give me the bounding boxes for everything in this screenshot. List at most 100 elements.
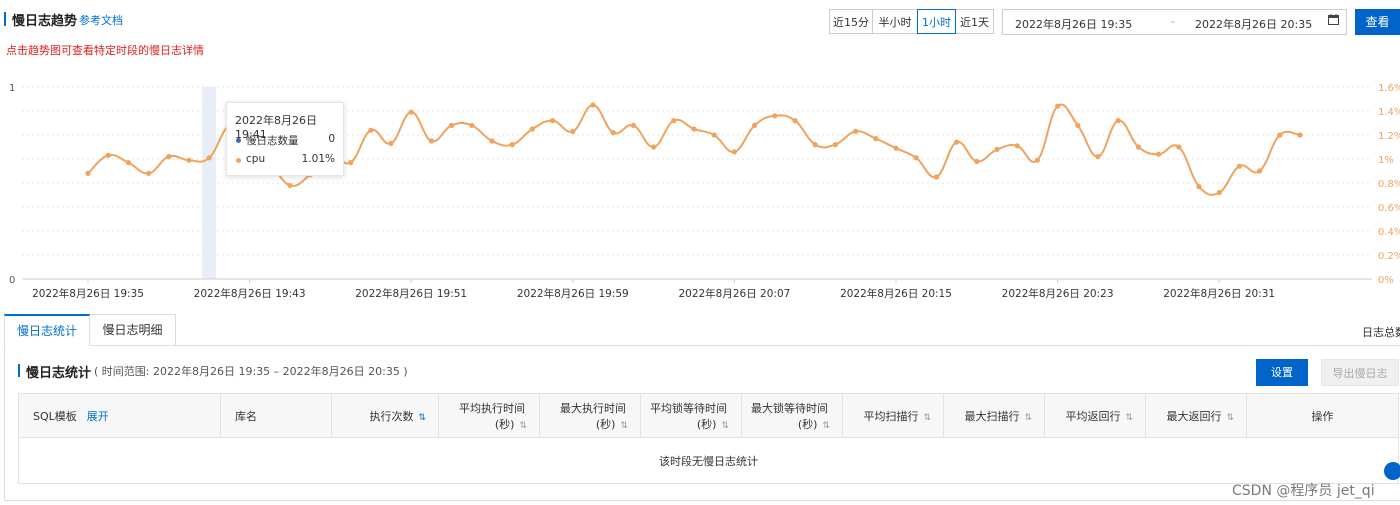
cpu-data-point[interactable]	[1115, 118, 1121, 124]
cpu-data-point[interactable]	[752, 122, 758, 128]
cpu-data-point[interactable]	[186, 157, 192, 163]
sort-icon[interactable]: ⇅	[721, 421, 728, 431]
x-tick-label: 2022年8月26日 20:31	[1163, 287, 1275, 300]
cpu-data-point[interactable]	[1176, 144, 1182, 150]
column-header-avg-lock-wait[interactable]: 平均锁等待时间 (秒) ⇅	[640, 393, 742, 438]
cpu-data-point[interactable]	[1277, 132, 1283, 138]
column-header-max-exec-time[interactable]: 最大执行时间 (秒) ⇅	[539, 393, 641, 438]
cpu-data-point[interactable]	[711, 132, 717, 138]
date-start[interactable]: 2022年8月26日 19:35	[1015, 16, 1132, 32]
column-header-max-scan-rows[interactable]: 最大扫描行 ⇅	[943, 393, 1045, 438]
cpu-data-point[interactable]	[873, 136, 879, 142]
cpu-data-point[interactable]	[1055, 103, 1061, 109]
range-1d-button[interactable]: 近1天	[955, 9, 994, 34]
cpu-data-point[interactable]	[550, 118, 556, 124]
cpu-data-point[interactable]	[671, 118, 677, 124]
cpu-data-point[interactable]	[1135, 144, 1141, 150]
cpu-data-point[interactable]	[691, 126, 697, 132]
cpu-data-point[interactable]	[1297, 132, 1303, 138]
cpu-data-point[interactable]	[206, 155, 212, 161]
cpu-data-point[interactable]	[1196, 184, 1202, 190]
sort-icon[interactable]: ⇅	[1226, 413, 1233, 423]
column-header-sql-template: SQL模板 展开	[18, 393, 221, 438]
cpu-data-point[interactable]	[731, 149, 738, 155]
query-button[interactable]: 查看	[1355, 9, 1400, 35]
cpu-data-point[interactable]	[832, 142, 839, 148]
hover-highlight-band	[202, 87, 217, 279]
settings-button[interactable]: 设置	[1256, 359, 1308, 386]
column-header-avg-return-rows[interactable]: 平均返回行 ⇅	[1044, 393, 1146, 438]
cpu-data-point[interactable]	[610, 130, 616, 136]
cpu-data-point[interactable]	[812, 142, 818, 148]
cpu-data-point[interactable]	[408, 109, 414, 115]
cpu-data-point[interactable]	[913, 155, 919, 161]
export-slow-log-button: 导出慢日志	[1321, 359, 1399, 386]
cpu-data-point[interactable]	[1075, 122, 1081, 128]
sort-icon[interactable]: ⇅	[418, 413, 425, 423]
cpu-data-point[interactable]	[1257, 168, 1263, 174]
cpu-data-point[interactable]	[1236, 163, 1242, 169]
date-end[interactable]: 2022年8月26日 20:35	[1195, 16, 1312, 32]
help-float-icon[interactable]	[1384, 462, 1400, 480]
cpu-data-point[interactable]	[125, 160, 131, 166]
calendar-icon[interactable]	[1328, 14, 1339, 25]
column-header-max-return-rows[interactable]: 最大返回行 ⇅	[1145, 393, 1247, 438]
cpu-data-point[interactable]	[1095, 154, 1101, 160]
section-accent-bar	[18, 364, 20, 377]
watermark: CSDN @程序员 jet_qi	[1232, 483, 1375, 499]
sort-icon[interactable]: ⇅	[923, 413, 930, 423]
range-15min-button[interactable]: 近15分	[829, 9, 873, 34]
cpu-data-point[interactable]	[893, 145, 899, 151]
expand-link[interactable]: 展开	[87, 410, 109, 423]
cpu-data-point[interactable]	[1156, 151, 1162, 157]
range-30min-button[interactable]: 半小时	[872, 9, 918, 34]
cpu-data-point[interactable]	[954, 139, 960, 145]
tab-slow-log-details[interactable]: 慢日志明细	[90, 314, 176, 346]
cpu-data-point[interactable]	[348, 160, 354, 166]
tab-slow-log-stats[interactable]: 慢日志统计	[4, 314, 90, 346]
cpu-data-point[interactable]	[449, 122, 455, 128]
cpu-data-point[interactable]	[166, 154, 172, 160]
cpu-data-point[interactable]	[146, 170, 152, 176]
column-header-avg-scan-rows[interactable]: 平均扫描行 ⇅	[842, 393, 944, 438]
x-tick-label: 2022年8月26日 19:59	[517, 287, 629, 300]
sort-icon[interactable]: ⇅	[519, 421, 526, 431]
y-right-tick-label: 0.6%	[1378, 203, 1400, 214]
column-header-exec-count[interactable]: 执行次数 ⇅	[331, 393, 439, 438]
cpu-data-point[interactable]	[1216, 190, 1222, 196]
cpu-data-point[interactable]	[368, 127, 374, 133]
cpu-data-point[interactable]	[1014, 143, 1020, 149]
cpu-data-point[interactable]	[509, 142, 515, 148]
sort-icon[interactable]: ⇅	[1125, 413, 1132, 423]
cpu-data-point[interactable]	[85, 170, 91, 176]
cpu-data-point[interactable]	[974, 158, 980, 164]
cpu-data-point[interactable]	[1034, 157, 1040, 163]
sort-icon[interactable]: ⇅	[620, 421, 627, 431]
y-right-tick-label: 0.4%	[1378, 227, 1400, 238]
x-tick-label: 2022年8月26日 20:15	[840, 287, 952, 300]
column-header-avg-exec-time[interactable]: 平均执行时间 (秒) ⇅	[438, 393, 540, 438]
slow-log-trend-chart[interactable]: 0% 0.2% 0.4% 0.6% 0.8% 1% 1.2% 1.4% 1.6% 0 1 2022年8…	[0, 75, 1400, 305]
cpu-data-point[interactable]	[428, 138, 434, 144]
cpu-data-point[interactable]	[388, 140, 394, 146]
cpu-data-point[interactable]	[287, 182, 293, 188]
doc-link[interactable]: 参考文档	[79, 12, 123, 28]
cpu-data-point[interactable]	[529, 126, 536, 132]
sort-icon[interactable]: ⇅	[822, 421, 829, 431]
sort-icon[interactable]: ⇅	[1024, 413, 1031, 423]
cpu-data-point[interactable]	[590, 102, 596, 108]
range-1h-button[interactable]: 1小时	[917, 9, 956, 34]
cpu-data-point[interactable]	[489, 138, 495, 144]
cpu-data-point[interactable]	[994, 146, 1000, 152]
column-header-max-lock-wait[interactable]: 最大锁等待时间 (秒) ⇅	[741, 393, 843, 438]
cpu-data-point[interactable]	[853, 128, 859, 134]
cpu-data-point[interactable]	[792, 118, 798, 124]
cpu-data-point[interactable]	[933, 174, 940, 180]
cpu-data-point[interactable]	[570, 128, 576, 134]
cpu-data-point[interactable]	[630, 122, 637, 128]
cpu-data-point[interactable]	[105, 152, 111, 158]
cpu-data-point[interactable]	[469, 122, 475, 128]
y-right-tick-label: 1.2%	[1378, 131, 1400, 142]
cpu-data-point[interactable]	[772, 113, 778, 119]
cpu-data-point[interactable]	[651, 144, 657, 150]
